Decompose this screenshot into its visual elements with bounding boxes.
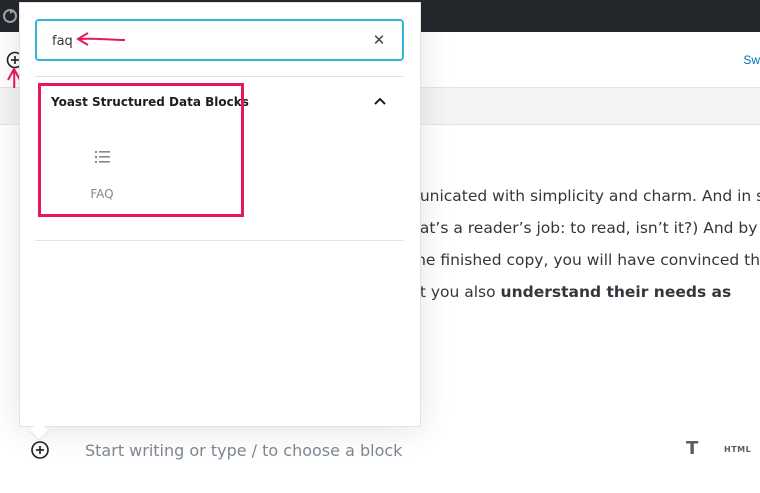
divider <box>35 240 404 241</box>
paragraph-bold-text: understand their needs as <box>500 283 732 301</box>
paragraph-line: the finished copy, you will have convinc… <box>410 251 760 269</box>
annotation-arrow-left <box>76 32 126 46</box>
post-content[interactable]: nunicated with simplicity and charm. And… <box>410 180 760 308</box>
block-appender-placeholder[interactable]: Start writing or type / to choose a bloc… <box>85 440 402 462</box>
refresh-icon[interactable] <box>2 8 18 24</box>
switch-link[interactable]: Sw <box>743 53 760 67</box>
html-block-button[interactable]: HTML <box>724 445 751 454</box>
paragraph-line: nunicated with simplicity and charm. And… <box>410 187 760 205</box>
paragraph-text: ut you also <box>410 283 501 301</box>
paragraph-line: hat’s a reader’s job: to read, isn’t it?… <box>410 219 760 237</box>
chevron-up-icon[interactable] <box>372 93 388 109</box>
annotation-highlight-box <box>38 83 244 217</box>
divider <box>35 76 404 77</box>
paragraph-line: ut you also understand their needs as <box>410 276 760 308</box>
close-icon[interactable]: ✕ <box>370 31 388 49</box>
paragraph-format-button[interactable]: T <box>686 438 698 459</box>
add-block-appender-icon[interactable] <box>30 440 50 460</box>
